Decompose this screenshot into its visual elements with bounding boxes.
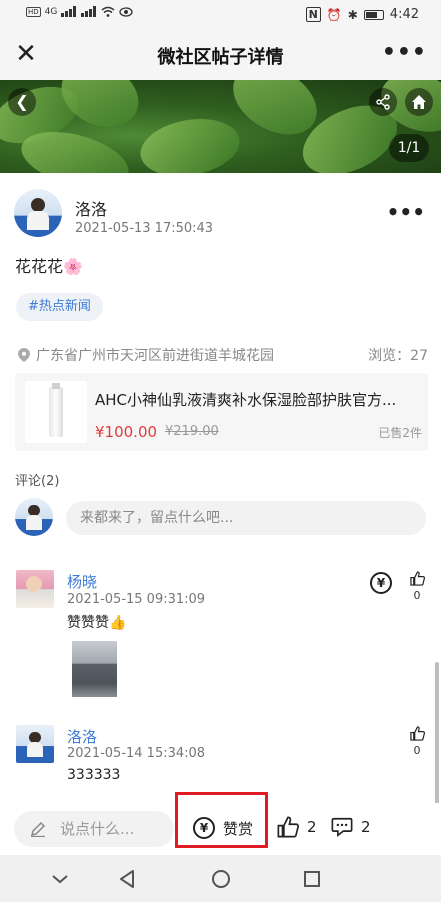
reward-icon: ¥ [193, 817, 215, 839]
more-menu-icon[interactable]: ••• [382, 40, 427, 65]
back-icon[interactable]: ❮ [8, 88, 36, 116]
commenter-avatar[interactable] [16, 725, 54, 763]
comment-text: 333333 [67, 767, 121, 783]
location-text: 广东省广州市天河区前进街道羊城花园 [36, 348, 274, 364]
product-card[interactable]: AHC小神仙乳液清爽补水保湿脸部护肤官方... ¥100.00 ¥219.00 … [15, 373, 428, 451]
thumb-up-icon [409, 571, 425, 586]
like-count: 2 [307, 818, 317, 836]
nav-down-icon[interactable] [48, 867, 72, 891]
post-time: 2021-05-13 17:50:43 [75, 221, 214, 236]
comment-like-count: 0 [413, 589, 421, 602]
view-count: 浏览：27 [368, 348, 428, 364]
commenter-name[interactable]: 洛洛 [67, 726, 97, 747]
nfc-icon: N [305, 7, 321, 22]
comment-count: 2 [361, 818, 371, 836]
home-icon[interactable] [405, 88, 433, 116]
post-text-content: 花花花 [15, 257, 64, 276]
comment-like-button[interactable]: 0 [405, 726, 429, 757]
status-bar: HD 4G N ⏰ ✱ 4:42 [0, 0, 441, 30]
author-avatar[interactable] [14, 189, 62, 237]
bottom-action-bar: 说点什么... ¥ 赞赏 2 2 [0, 792, 441, 855]
reward-button[interactable]: ¥ 赞赏 [193, 817, 253, 839]
scrollbar[interactable] [435, 662, 439, 812]
image-counter: 1/1 [389, 134, 429, 162]
product-price: ¥100.00 [95, 423, 158, 441]
system-nav-bar [0, 855, 441, 902]
pen-icon [30, 821, 46, 837]
status-time: 4:42 [389, 7, 419, 22]
my-avatar [15, 498, 53, 536]
comment-button[interactable]: 2 [331, 816, 371, 838]
title-bar: ✕ 微社区帖子详情 ••• [0, 30, 441, 80]
bluetooth-icon: ✱ [347, 7, 358, 22]
author-name[interactable]: 洛洛 [75, 196, 107, 220]
comment-like-button[interactable]: 0 [405, 571, 429, 602]
share-icon[interactable] [369, 88, 397, 116]
location-pin-icon [18, 348, 30, 362]
post-more-icon[interactable]: ••• [387, 200, 425, 224]
say-something-input[interactable]: 说点什么... [14, 811, 174, 847]
commenter-name[interactable]: 杨晓 [67, 571, 97, 592]
flower-icon: 🌸 [63, 257, 83, 276]
post-image[interactable]: ❮ 1/1 [0, 80, 441, 173]
alarm-icon: ⏰ [326, 7, 342, 22]
comment-icon [331, 817, 353, 837]
say-something-placeholder: 说点什么... [60, 820, 135, 838]
comment-like-count: 0 [413, 744, 421, 757]
eye-icon [119, 6, 134, 17]
page-title: 微社区帖子详情 [157, 47, 284, 68]
commenter-avatar[interactable] [16, 570, 54, 608]
comment-reward-icon[interactable]: ¥ [370, 572, 392, 594]
comments-heading: 评论(2) [15, 474, 60, 489]
comment-time: 2021-05-14 15:34:08 [67, 746, 206, 761]
comment-time: 2021-05-15 09:31:09 [67, 592, 206, 607]
network-label: 4G [44, 6, 58, 17]
battery-icon [363, 9, 384, 20]
wifi-icon [101, 6, 115, 17]
product-sold-count: 已售2件 [378, 426, 422, 440]
nav-home-icon[interactable] [209, 867, 233, 891]
comment-input[interactable]: 来都来了，留点什么吧... [66, 501, 426, 535]
post-text: 花花花🌸 [15, 253, 83, 277]
like-button[interactable]: 2 [277, 816, 317, 838]
signal-icon-2 [81, 6, 97, 17]
signal-icon [61, 6, 77, 17]
hd-icon: HD [26, 6, 41, 17]
product-original-price: ¥219.00 [165, 424, 219, 439]
nav-recents-icon[interactable] [300, 867, 324, 891]
product-image [25, 381, 87, 443]
topic-tag[interactable]: #热点新闻 [16, 293, 103, 321]
thumb-up-icon [277, 816, 299, 838]
thumb-up-icon [409, 726, 425, 741]
nav-back-icon[interactable] [116, 867, 140, 891]
reward-label: 赞赏 [223, 819, 254, 838]
product-title: AHC小神仙乳液清爽补水保湿脸部护肤官方... [95, 391, 397, 409]
comment-text: 赞赞赞👍 [67, 615, 127, 631]
comment-image[interactable] [72, 641, 117, 697]
location-row: 广东省广州市天河区前进街道羊城花园 浏览：27 [18, 345, 428, 365]
